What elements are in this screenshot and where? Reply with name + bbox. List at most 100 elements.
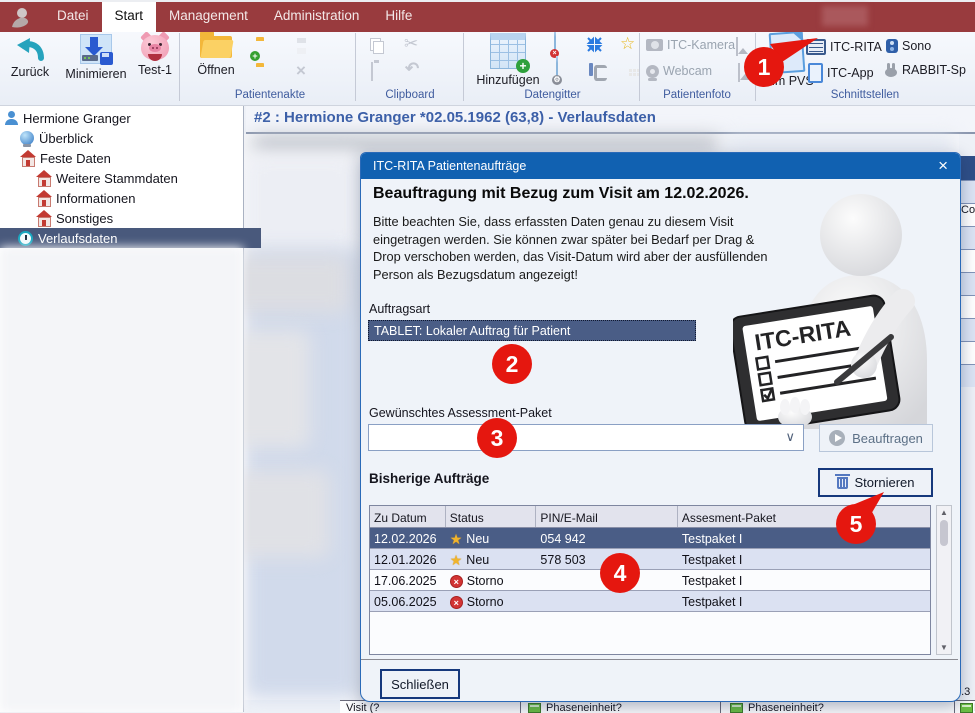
callout-5: 5 xyxy=(836,504,876,544)
sidebar-item-verlaufsdaten[interactable]: Verlaufsdaten xyxy=(0,228,261,248)
sidebar-item-sonstiges[interactable]: Sonstiges xyxy=(0,208,279,228)
minimize-button[interactable]: Minimieren xyxy=(60,34,132,81)
sidebar-label: Feste Daten xyxy=(40,151,111,166)
favorite-star-icon[interactable]: ☆ xyxy=(620,34,635,54)
dialog-body-text: Bitte beachten Sie, dass erfassten Daten… xyxy=(373,213,781,283)
bg-header-cell: Phaseneinheit? xyxy=(748,702,824,713)
sidebar-blurred-area xyxy=(0,247,243,712)
back-label: Zurück xyxy=(11,65,49,79)
cell-pin: 054 942 xyxy=(536,528,678,548)
photo-add-icon[interactable] xyxy=(736,37,738,56)
scroll-down-icon[interactable]: ▼ xyxy=(937,643,951,652)
crystal-ball-icon xyxy=(20,131,34,145)
auftragsart-selected-item[interactable]: TABLET: Lokaler Auftrag für Patient xyxy=(368,320,696,341)
dialog-divider xyxy=(361,659,958,660)
group-separator xyxy=(179,33,180,101)
add-row-label: Hinzufügen xyxy=(476,73,539,87)
itc-rita-label: ITC-RITA xyxy=(830,40,882,54)
cell-status: ×Storno xyxy=(446,591,537,611)
sidebar-item-feste-daten[interactable]: Feste Daten xyxy=(0,148,263,168)
datagrid-add-icon: + xyxy=(490,33,526,69)
table-row[interactable]: 17.06.2025 ×Storno Testpaket I xyxy=(370,570,930,591)
scroll-up-icon[interactable]: ▲ xyxy=(937,508,951,517)
sono-button[interactable]: Sono xyxy=(886,39,931,53)
table-scrollbar[interactable]: ▲ ▼ xyxy=(936,505,952,655)
pig-icon xyxy=(140,34,170,61)
menu-tab-hilfe[interactable]: Hilfe xyxy=(372,2,425,32)
app-window: { "menu": { "items": ["Datei", "Start", … xyxy=(0,0,975,712)
sidebar-item-weitere-stammdaten[interactable]: Weitere Stammdaten xyxy=(0,168,279,188)
grid-settings-icon[interactable]: ⚙ xyxy=(556,56,558,81)
sidebar-item-patient[interactable]: Hermione Granger xyxy=(0,108,247,128)
beauftragen-button[interactable]: Beauftragen xyxy=(819,424,933,452)
callout-2: 2 xyxy=(492,344,532,384)
sidebar-label: Verlaufsdaten xyxy=(38,231,118,246)
itc-kamera-button[interactable]: ITC-Kamera xyxy=(646,38,735,52)
test-1-button[interactable]: Test-1 xyxy=(132,34,178,77)
add-row-button[interactable]: + Hinzufügen xyxy=(470,33,546,87)
dialog-heading: Beauftragung mit Bezug zum Visit am 12.0… xyxy=(373,185,749,203)
minimize-icon xyxy=(80,34,112,64)
storno-x-icon: × xyxy=(450,596,463,609)
star-icon: ★ xyxy=(450,532,463,546)
group-label-patientenakte: Patientenakte xyxy=(200,89,340,101)
photo-remove-icon[interactable] xyxy=(738,63,740,82)
dialog-close-icon[interactable]: × xyxy=(938,154,948,178)
cell-paket: Testpaket I xyxy=(678,549,930,569)
cell-status: ×Storno xyxy=(446,570,537,590)
back-button[interactable]: Zurück xyxy=(2,34,58,79)
blurred-strip xyxy=(252,136,720,151)
trash-icon xyxy=(837,477,848,489)
paste-icon[interactable] xyxy=(371,62,373,81)
sidebar-item-informationen[interactable]: Informationen xyxy=(0,188,279,208)
delete-x-icon[interactable]: × xyxy=(296,63,306,78)
itc-rita-dialog: ITC-RITA Patientenaufträge × Beauftragun… xyxy=(360,152,961,702)
cell-paket: Testpaket I xyxy=(678,570,930,590)
bg-header-cell: Phaseneinheit? xyxy=(546,702,622,713)
schliessen-button[interactable]: Schließen xyxy=(380,669,460,699)
table-row[interactable]: 05.06.2025 ×Storno Testpaket I xyxy=(370,591,930,612)
rabbit-icon xyxy=(884,64,898,77)
table-row[interactable]: 12.01.2026 ★Neu 578 503 Testpaket I xyxy=(370,549,930,570)
sono-icon xyxy=(886,39,898,53)
group-label-schnittstellen: Schnittstellen xyxy=(790,89,940,101)
col-header-paket[interactable]: Assesment-Paket xyxy=(678,506,930,527)
schliessen-label: Schließen xyxy=(391,677,449,692)
ribbon-toolbar: Zurück Minimieren Test-1 Öffnen + × Pati… xyxy=(0,30,975,106)
cut-scissors-icon[interactable]: ✂ xyxy=(404,36,418,51)
menu-tab-administration[interactable]: Administration xyxy=(261,2,373,32)
bg-column-header: Co xyxy=(959,204,975,227)
col-header-pin[interactable]: PIN/E-Mail xyxy=(536,506,678,527)
callout-4: 4 xyxy=(600,553,640,593)
open-button[interactable]: Öffnen xyxy=(185,36,247,77)
sidebar-item-ueberblick[interactable]: Überblick xyxy=(0,128,263,148)
sidebar-label: Sonstiges xyxy=(56,211,113,226)
undo-icon[interactable]: ↶ xyxy=(405,61,419,76)
menu-tab-start[interactable]: Start xyxy=(102,2,157,32)
menu-tab-datei[interactable]: Datei xyxy=(44,2,102,32)
webcam-button[interactable]: Webcam xyxy=(646,64,712,78)
minimize-label: Minimieren xyxy=(65,67,126,81)
sidebar-label: Überblick xyxy=(39,131,93,146)
webcam-label: Webcam xyxy=(663,64,712,78)
col-header-zu-datum[interactable]: Zu Datum xyxy=(370,506,446,527)
back-arrow-icon xyxy=(14,34,46,65)
menu-tab-management[interactable]: Management xyxy=(156,2,261,32)
assessment-paket-dropdown[interactable]: ∨ xyxy=(368,424,804,451)
sidebar-label: Weitere Stammdaten xyxy=(56,171,178,186)
cell-date: 17.06.2025 xyxy=(370,570,446,590)
itc-app-label: ITC-App xyxy=(827,66,874,80)
itc-rita-illustration: ITC-RITA xyxy=(733,189,955,434)
chevron-down-icon: ∨ xyxy=(785,429,795,445)
scrollbar-thumb[interactable] xyxy=(940,520,948,546)
sidebar-label: Informationen xyxy=(56,191,136,206)
col-header-status[interactable]: Status xyxy=(446,506,537,527)
rabbit-label: RABBIT-Sp xyxy=(902,63,966,77)
grid-delete-icon[interactable]: × xyxy=(554,30,556,55)
cell-status: ★Neu xyxy=(446,528,537,548)
collapse-arrows-icon[interactable] xyxy=(586,36,603,58)
open-folder-icon xyxy=(200,36,232,58)
camera-icon xyxy=(646,39,663,51)
rabbit-button[interactable]: RABBIT-Sp xyxy=(884,63,966,77)
cell-date: 05.06.2025 xyxy=(370,591,446,611)
